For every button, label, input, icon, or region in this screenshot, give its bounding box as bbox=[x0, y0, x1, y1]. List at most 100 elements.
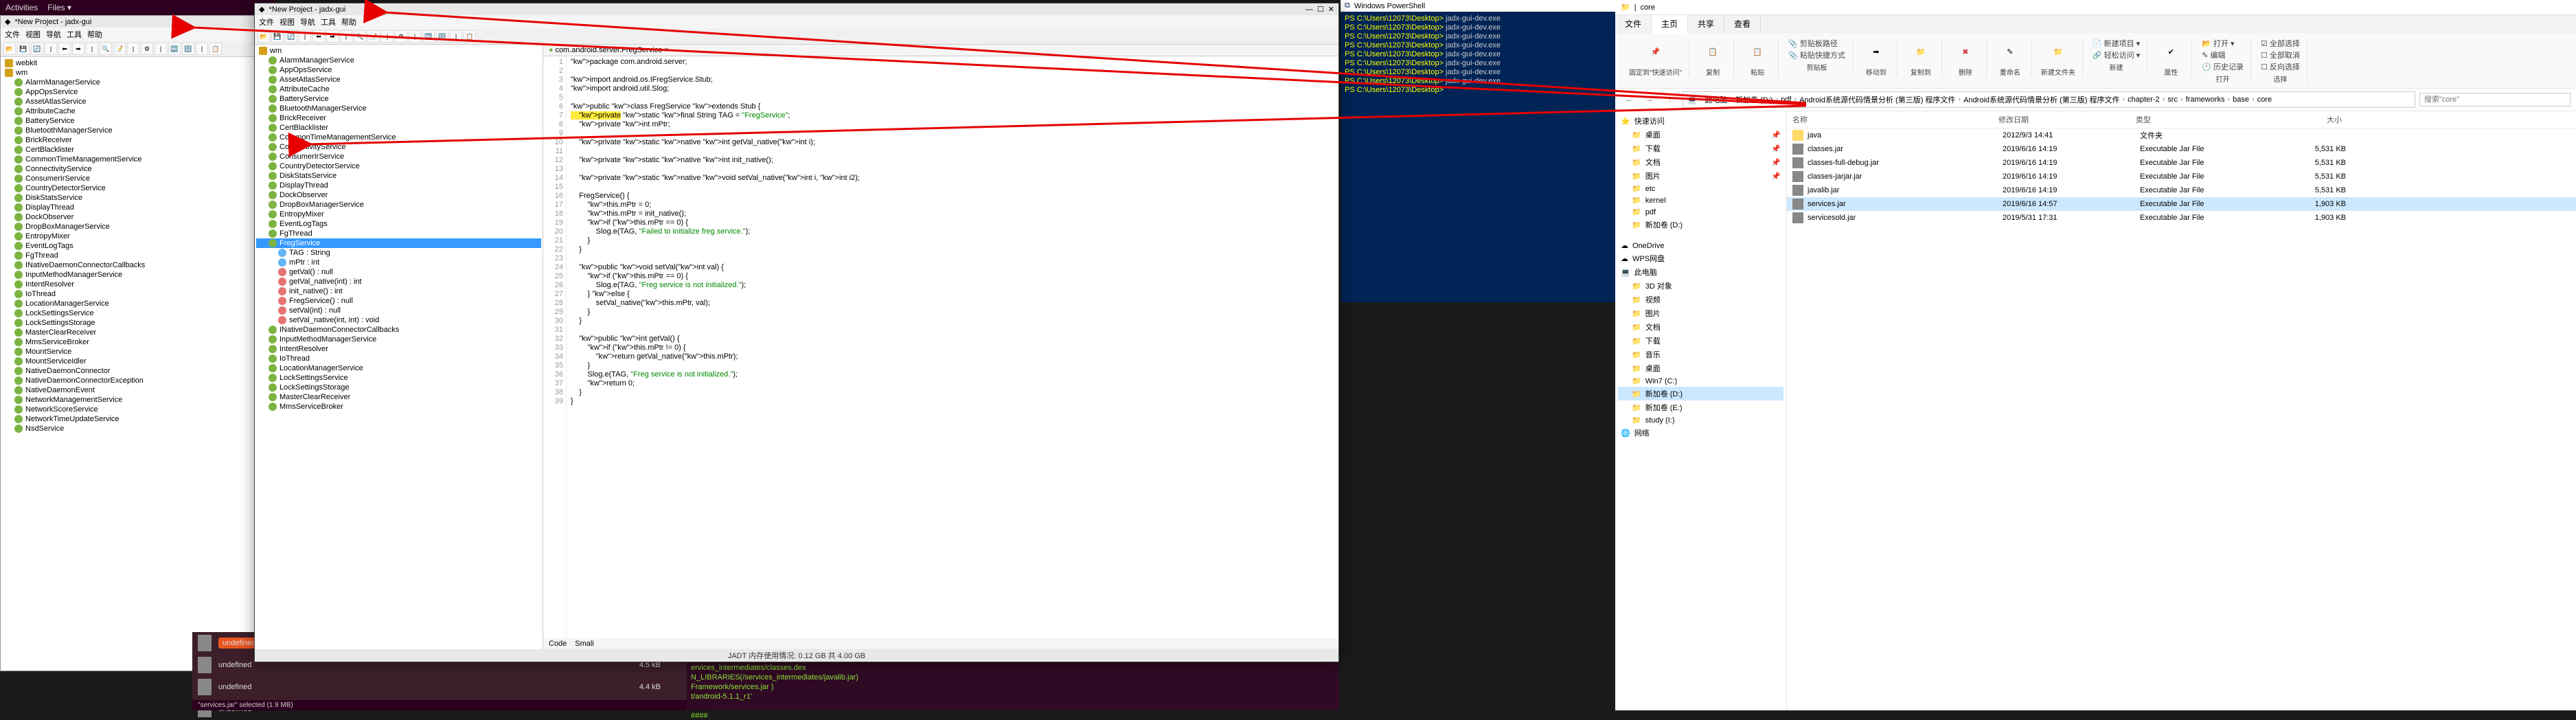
tree-item[interactable]: AssetAtlasService bbox=[256, 75, 541, 85]
tree-item[interactable]: IntentResolver bbox=[2, 280, 273, 289]
toolbar-button[interactable]: ⬅ bbox=[312, 30, 325, 43]
ps-body[interactable]: PS C:\Users\12073\Desktop> jadx-gui-dev.… bbox=[1341, 12, 1615, 98]
menu-item[interactable]: 帮助 bbox=[87, 29, 102, 40]
nav-item[interactable]: ⭐快速访问 bbox=[1618, 114, 1783, 128]
nav-item[interactable]: 📁视频 bbox=[1618, 293, 1783, 306]
nav-item[interactable]: 📁文档 bbox=[1618, 320, 1783, 334]
class-tree[interactable]: webkitwmAlarmManagerServiceAppOpsService… bbox=[1, 57, 274, 671]
file-row[interactable]: servicesold.jar2019/5/31 17:31Executable… bbox=[1787, 211, 2576, 225]
min-icon[interactable]: — bbox=[1306, 5, 1313, 14]
code-view-tab[interactable]: Code bbox=[549, 640, 567, 648]
tree-item[interactable]: DockObserver bbox=[256, 190, 541, 200]
nav-item[interactable]: ☁WPS网盘 bbox=[1618, 251, 1783, 265]
tree-item[interactable]: getVal_native(int) : int bbox=[256, 277, 541, 286]
tree-item[interactable]: setVal(int) : null bbox=[256, 306, 541, 315]
tree-item[interactable]: MmsServiceBroker bbox=[256, 402, 541, 412]
tree-item[interactable]: AssetAtlasService bbox=[2, 97, 273, 106]
tree-item[interactable]: ConnectivityService bbox=[2, 164, 273, 174]
breadcrumb-item[interactable]: chapter-2 bbox=[2128, 95, 2159, 104]
ribbon-button[interactable]: 📁 bbox=[1907, 38, 1935, 65]
ribbon-mini-button[interactable]: ☑ 全部选择 bbox=[2261, 38, 2300, 49]
toolbar-button[interactable]: 📝 bbox=[367, 30, 380, 43]
nav-item[interactable]: 📁下载 bbox=[1618, 334, 1783, 348]
nav-forward-icon[interactable]: → bbox=[1641, 91, 1658, 108]
window-title[interactable]: ◆ *New Project - jadx-gui — ☐ ✕ bbox=[255, 3, 1338, 15]
breadcrumb-item[interactable]: Android系统源代码情景分析 (第三版) 程序文件 bbox=[1963, 94, 2119, 105]
toolbar-button[interactable]: 💾 bbox=[17, 43, 30, 55]
ribbon-tab[interactable]: 共享 bbox=[1688, 15, 1724, 34]
nav-item[interactable]: 📁kernel bbox=[1618, 194, 1783, 206]
tree-item[interactable]: LockSettingsStorage bbox=[2, 318, 273, 328]
code-text[interactable]: "kw">package com.android.server; "kw">im… bbox=[567, 56, 1338, 638]
toolbar-button[interactable]: | bbox=[45, 43, 57, 55]
tree-item[interactable]: BluetoothManagerService bbox=[2, 126, 273, 135]
ribbon-mini-button[interactable]: 📎 粘贴快捷方式 bbox=[1788, 49, 1845, 60]
tree-item[interactable]: ConsumerIrService bbox=[2, 174, 273, 183]
ribbon-tab[interactable]: 查看 bbox=[1724, 15, 1761, 34]
ribbon-tab[interactable]: 主页 bbox=[1652, 15, 1688, 34]
tree-item[interactable]: DropBoxManagerService bbox=[2, 222, 273, 232]
ribbon-mini-button[interactable]: 📂 打开 ▾ bbox=[2202, 38, 2244, 49]
toolbar-button[interactable]: 🔄 bbox=[285, 30, 297, 43]
tree-item[interactable]: CertBlacklister bbox=[2, 145, 273, 155]
nav-up-icon[interactable]: ↑ bbox=[1662, 91, 1678, 108]
toolbar-button[interactable]: | bbox=[155, 43, 167, 55]
tree-item[interactable]: INativeDaemonConnectorCallbacks bbox=[256, 325, 541, 335]
tree-item[interactable]: MasterClearReceiver bbox=[256, 392, 541, 402]
tree-item[interactable]: AttributeCache bbox=[2, 106, 273, 116]
tree-item[interactable]: FregService bbox=[256, 238, 541, 248]
tree-item[interactable]: InputMethodManagerService bbox=[2, 270, 273, 280]
nav-item[interactable]: 📁pdf bbox=[1618, 206, 1783, 218]
toolbar-button[interactable]: | bbox=[196, 43, 208, 55]
app-indicator[interactable]: Files ▾ bbox=[47, 3, 71, 12]
tree-item[interactable]: wm bbox=[256, 46, 541, 56]
tree-item[interactable]: NativeDaemonConnector bbox=[2, 366, 273, 376]
nav-item[interactable]: 📁图片📌 bbox=[1618, 169, 1783, 183]
file-row[interactable]: java2012/9/3 14:41文件夹 bbox=[1787, 128, 2576, 142]
ribbon-mini-button[interactable]: ☐ 全部取消 bbox=[2261, 49, 2300, 60]
tree-item[interactable]: LocationManagerService bbox=[256, 363, 541, 373]
ribbon-button[interactable]: 📋 bbox=[1744, 38, 1771, 65]
file-row[interactable]: undefined4.4 kB02:59 bbox=[192, 676, 714, 698]
toolbar-button[interactable]: ⬅ bbox=[58, 43, 71, 55]
toolbar-button[interactable]: | bbox=[127, 43, 139, 55]
ribbon-mini-button[interactable]: ☐ 反向选择 bbox=[2261, 61, 2300, 72]
tree-item[interactable]: NsdService bbox=[2, 424, 273, 434]
tree-item[interactable]: IoThread bbox=[256, 354, 541, 363]
menu-item[interactable]: 导航 bbox=[46, 29, 61, 40]
toolbar-button[interactable]: ➡ bbox=[72, 43, 84, 55]
tree-item[interactable]: getVal() : null bbox=[256, 267, 541, 277]
tree-item[interactable]: NetworkScoreService bbox=[2, 405, 273, 414]
toolbar-button[interactable]: 🔢 bbox=[436, 30, 448, 43]
tree-item[interactable]: EventLogTags bbox=[2, 241, 273, 251]
ps-title-bar[interactable]: ⧉ Windows PowerShell bbox=[1341, 0, 1615, 12]
toolbar-button[interactable]: 🔍 bbox=[100, 43, 112, 55]
nav-item[interactable]: 📁新加卷 (D:) bbox=[1618, 387, 1783, 401]
toolbar-button[interactable]: 🔤 bbox=[168, 43, 181, 55]
toolbar-button[interactable]: | bbox=[381, 30, 394, 43]
tree-item[interactable]: INativeDaemonConnectorCallbacks bbox=[2, 260, 273, 270]
tree-item[interactable]: MountService bbox=[2, 347, 273, 357]
toolbar-button[interactable]: | bbox=[409, 30, 421, 43]
nav-item[interactable]: ☁OneDrive bbox=[1618, 240, 1783, 251]
nav-item[interactable]: 📁桌面📌 bbox=[1618, 128, 1783, 142]
breadcrumb-item[interactable]: frameworks bbox=[2186, 95, 2225, 104]
file-row[interactable]: services.jar2019/6/16 14:57Executable Ja… bbox=[1787, 197, 2576, 211]
tree-item[interactable]: setVal_native(int, int) : void bbox=[256, 315, 541, 325]
toolbar-button[interactable]: 🔄 bbox=[31, 43, 43, 55]
nav-item[interactable]: 📁study (I:) bbox=[1618, 414, 1783, 426]
menu-item[interactable]: 视图 bbox=[25, 29, 41, 40]
tree-item[interactable]: BluetoothManagerService bbox=[256, 104, 541, 113]
nav-item[interactable]: 📁3D 对象 bbox=[1618, 279, 1783, 293]
menu-item[interactable]: 文件 bbox=[259, 16, 274, 27]
menu-item[interactable]: 文件 bbox=[5, 29, 20, 40]
breadcrumb-item[interactable]: 此电脑 bbox=[1705, 94, 1727, 105]
nav-item[interactable]: 📁文档📌 bbox=[1618, 155, 1783, 169]
activities-button[interactable]: Activities bbox=[5, 3, 38, 12]
tree-item[interactable]: NativeDaemonConnectorException bbox=[2, 376, 273, 385]
tree-item[interactable]: LockSettingsService bbox=[2, 308, 273, 318]
tree-item[interactable]: CommonTimeManagementService bbox=[2, 155, 273, 164]
toolbar-button[interactable]: ⚙ bbox=[141, 43, 153, 55]
tree-item[interactable]: BatteryService bbox=[2, 116, 273, 126]
breadcrumb-item[interactable]: pdf bbox=[1781, 95, 1791, 104]
